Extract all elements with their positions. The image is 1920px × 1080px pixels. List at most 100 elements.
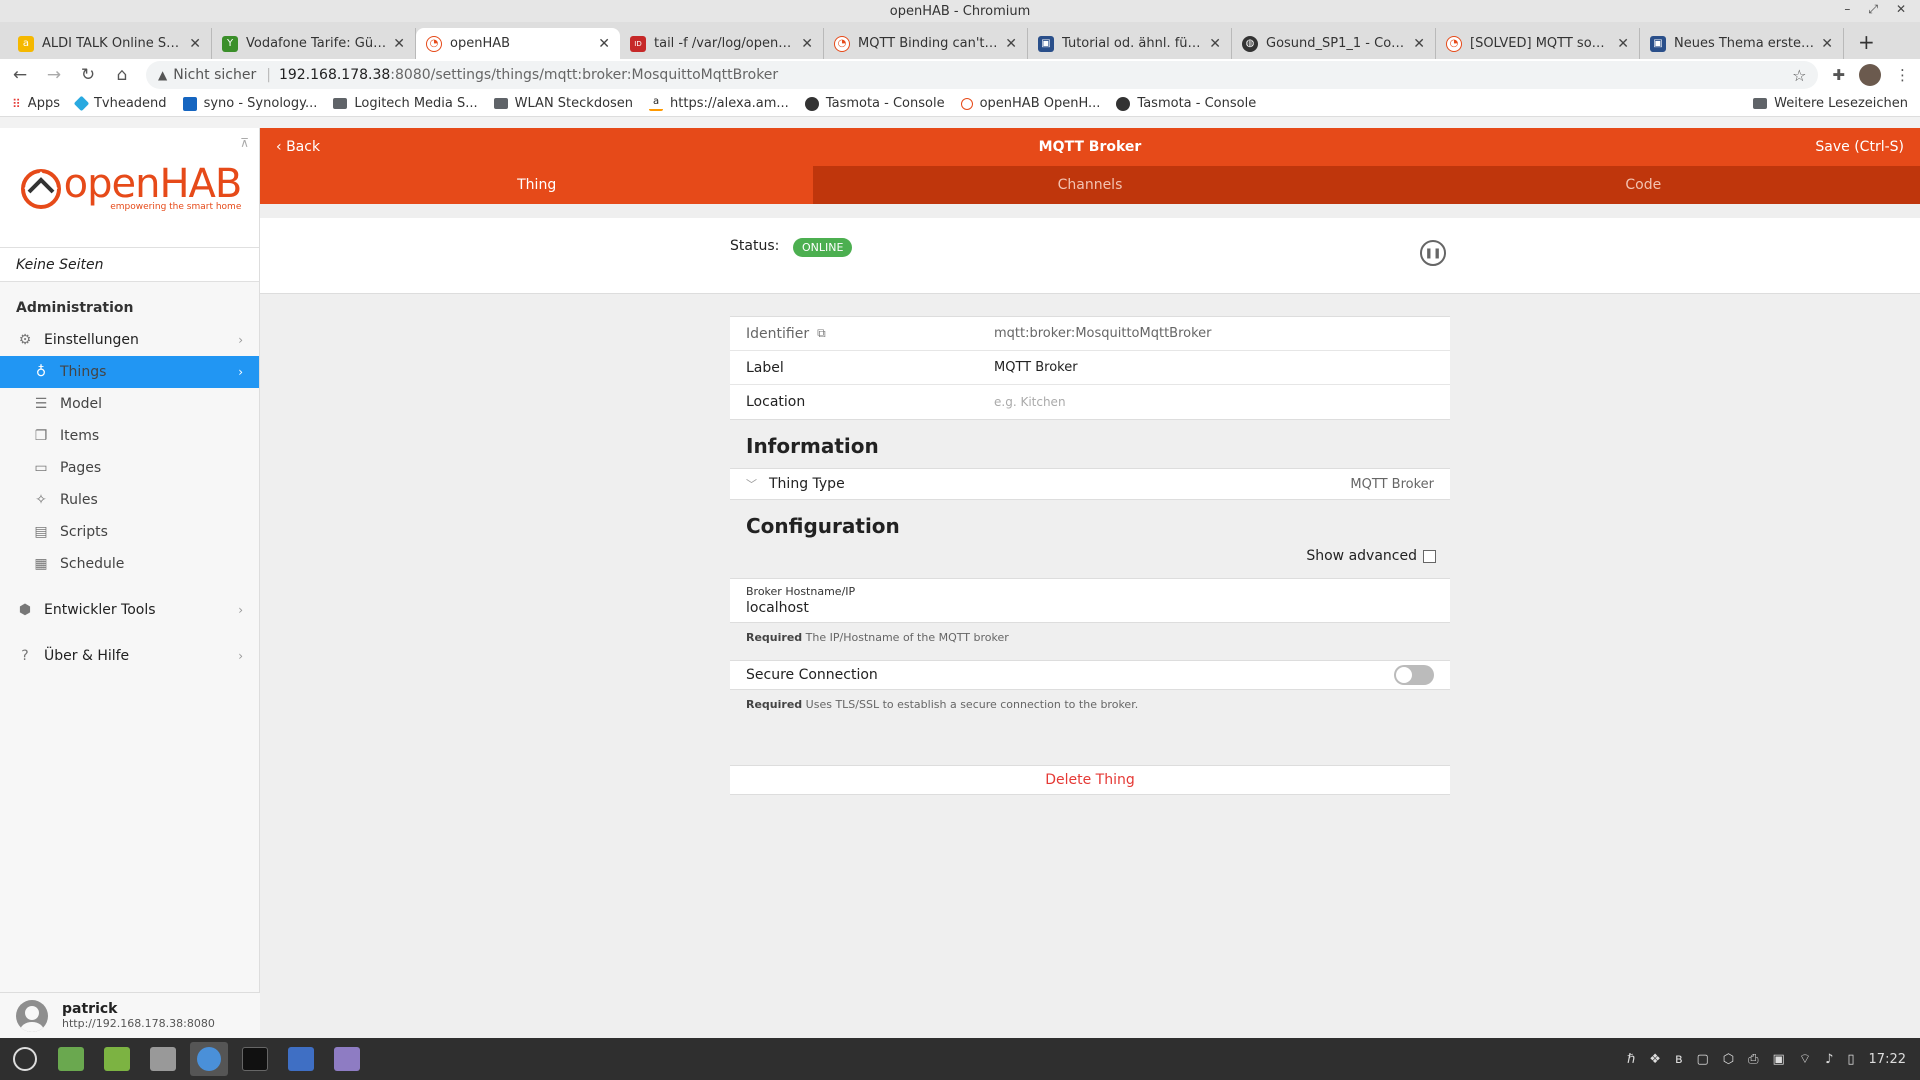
delete-thing-button[interactable]: Delete Thing [730,765,1450,795]
apps-grid-icon: ⠿ [12,96,21,111]
tab-close-icon[interactable]: ✕ [393,36,405,52]
audio-button[interactable] [144,1042,182,1076]
sidebar-item-settings[interactable]: ⚙ Einstellungen › [0,324,259,356]
tab-close-icon[interactable]: ✕ [1209,36,1221,52]
chromium-button[interactable] [190,1042,228,1076]
browser-tab-active[interactable]: ◔ openHAB ✕ [416,28,620,59]
label-input[interactable]: MQTT Broker [994,360,1078,375]
sidebar-item-label: Things [60,364,107,380]
show-advanced-checkbox[interactable] [1423,549,1436,563]
dropbox-icon[interactable]: ❖ [1649,1052,1661,1067]
sidebar-item-pages[interactable]: ▭ Pages [0,452,259,484]
other-bookmarks[interactable]: Weitere Lesezeichen [1753,96,1908,111]
bookmark-item[interactable]: Tasmota - Console [1116,96,1256,111]
broker-hostname-field[interactable]: Broker Hostname/IP localhost [730,578,1450,623]
mail-button[interactable] [282,1042,320,1076]
mint-menu-button[interactable] [6,1042,44,1076]
copy-icon[interactable]: ⧉ [817,326,826,341]
bookmark-item[interactable]: Tvheadend [73,95,167,112]
hp-icon[interactable]: ℏ [1627,1052,1635,1067]
save-button[interactable]: Save (Ctrl-S) [1815,139,1904,155]
sidebar-item-model[interactable]: ☰ Model [0,388,259,420]
browser-tab[interactable]: a ALDI TALK Online Shop ✕ [8,28,212,59]
new-tab-button[interactable]: + [1858,30,1875,54]
forum-favicon-icon: ▣ [1038,35,1054,52]
tab-close-icon[interactable]: ✕ [598,36,610,52]
show-advanced[interactable]: Show advanced [730,548,1450,578]
tab-close-icon[interactable]: ✕ [1005,36,1017,52]
maximize-button[interactable]: ⤢ [1868,2,1878,17]
forward-arrow-icon[interactable]: → [44,65,64,85]
hint-text: Uses TLS/SSL to establish a secure conne… [805,698,1139,711]
pause-icon[interactable]: ❚❚ [1420,240,1446,266]
home-icon[interactable]: ⌂ [112,65,132,85]
sidebar-item-items[interactable]: ❐ Items [0,420,259,452]
tab-close-icon[interactable]: ✕ [189,36,201,52]
battery-icon[interactable]: ▯ [1847,1052,1854,1067]
bookmark-folder[interactable]: Logitech Media S... [333,96,478,111]
address-bar[interactable]: ▲ Nicht sicher | 192.168.178.38 :8080/se… [146,61,1819,89]
extensions-icon[interactable]: ✚ [1832,66,1845,84]
tab-channels[interactable]: Channels [813,166,1366,204]
secure-connection-toggle[interactable] [1394,665,1434,685]
browser-tab[interactable]: ◍ Gosund_SP1_1 - Console ✕ [1232,28,1436,59]
bookmark-item[interactable]: openHAB OpenH... [960,96,1100,111]
browser-tab[interactable]: ▣ Neues Thema erstellen ✕ [1640,28,1844,59]
thing-type-row[interactable]: ﹀ Thing Type MQTT Broker [730,468,1450,500]
tab-close-icon[interactable]: ✕ [1617,36,1629,52]
tab-close-icon[interactable]: ✕ [801,36,813,52]
browser-tab[interactable]: ID tail -f /var/log/openhab ✕ [620,28,824,59]
tab-title: Vodafone Tarife: Günstige [246,36,388,51]
sidebar-item-scripts[interactable]: ▤ Scripts [0,516,259,548]
printer-icon[interactable]: ⎙ [1748,1052,1758,1067]
back-arrow-icon[interactable]: ← [10,65,30,85]
tab-title: Tutorial od. ähnl. für Op [1062,36,1204,51]
browser-tab[interactable]: ◔ [SOLVED] MQTT sonoff ✕ [1436,28,1640,59]
sidebar-item-schedule[interactable]: ▦ Schedule [0,548,259,580]
sidebar-item-label: Pages [60,460,102,476]
broker-hostname-input[interactable]: localhost [746,600,1434,616]
bookmark-item[interactable]: a https://alexa.am... [649,96,789,111]
os-taskbar: ℏ ❖ ʙ ▢ ⬡ ⎙ ▣ ⌔ ♪ ▯ 17:22 [0,1038,1920,1080]
terminal-button[interactable] [236,1042,274,1076]
storage-icon[interactable]: ▣ [1773,1052,1785,1067]
bookmark-folder[interactable]: WLAN Steckdosen [493,96,633,111]
clipboard-icon[interactable]: ▢ [1696,1052,1708,1067]
text-editor-button[interactable] [328,1042,366,1076]
files-button[interactable] [98,1042,136,1076]
sidebar-item-rules[interactable]: ✧ Rules [0,484,259,516]
kebab-menu-icon[interactable]: ⋮ [1895,66,1910,84]
configuration-title: Configuration [746,514,900,538]
close-window-button[interactable]: ✕ [1896,2,1906,17]
browser-tab[interactable]: ◔ MQTT Binding can't work ✕ [824,28,1028,59]
user-profile[interactable]: patrick http://192.168.178.38:8080 [0,992,260,1038]
shield-icon[interactable]: ⬡ [1723,1052,1734,1067]
reload-icon[interactable]: ↻ [78,65,98,85]
wifi-icon[interactable]: ⌔ [1799,1051,1811,1067]
browser-tab[interactable]: Y Vodafone Tarife: Günstige ✕ [212,28,416,59]
bookmark-apps[interactable]: ⠿ Apps [12,96,60,111]
sidebar-item-things[interactable]: ♁ Things › [0,356,259,388]
back-button[interactable]: ‹ Back [276,139,320,155]
profile-avatar[interactable] [1859,64,1881,86]
thing-properties: Identifier ⧉ mqtt:broker:MosquittoMqttBro… [730,316,1450,420]
pin-icon[interactable]: ⊼ [240,136,249,150]
volume-icon[interactable]: ♪ [1825,1052,1833,1067]
tab-close-icon[interactable]: ✕ [1821,36,1833,52]
show-desktop-button[interactable] [52,1042,90,1076]
openhab-logo[interactable]: openHAB empowering the smart home [18,164,242,212]
sidebar-item-help[interactable]: ? Über & Hilfe › [0,640,259,672]
bookmark-star-icon[interactable]: ☆ [1792,66,1806,85]
minimize-button[interactable]: – [1844,2,1850,17]
location-input[interactable]: e.g. Kitchen [994,395,1066,409]
tab-thing[interactable]: Thing [260,166,814,204]
tab-close-icon[interactable]: ✕ [1413,36,1425,52]
sidebar-item-developer-tools[interactable]: ⬢ Entwickler Tools › [0,594,259,626]
clock[interactable]: 17:22 [1869,1052,1906,1067]
browser-tab[interactable]: ▣ Tutorial od. ähnl. für Op ✕ [1028,28,1232,59]
tab-code[interactable]: Code [1367,166,1920,204]
bookmark-label: Tvheadend [93,96,167,111]
bookmark-item[interactable]: Tasmota - Console [804,96,945,111]
bluetooth-icon[interactable]: ʙ [1675,1052,1683,1067]
bookmark-item[interactable]: syno - Synology... [182,96,317,111]
